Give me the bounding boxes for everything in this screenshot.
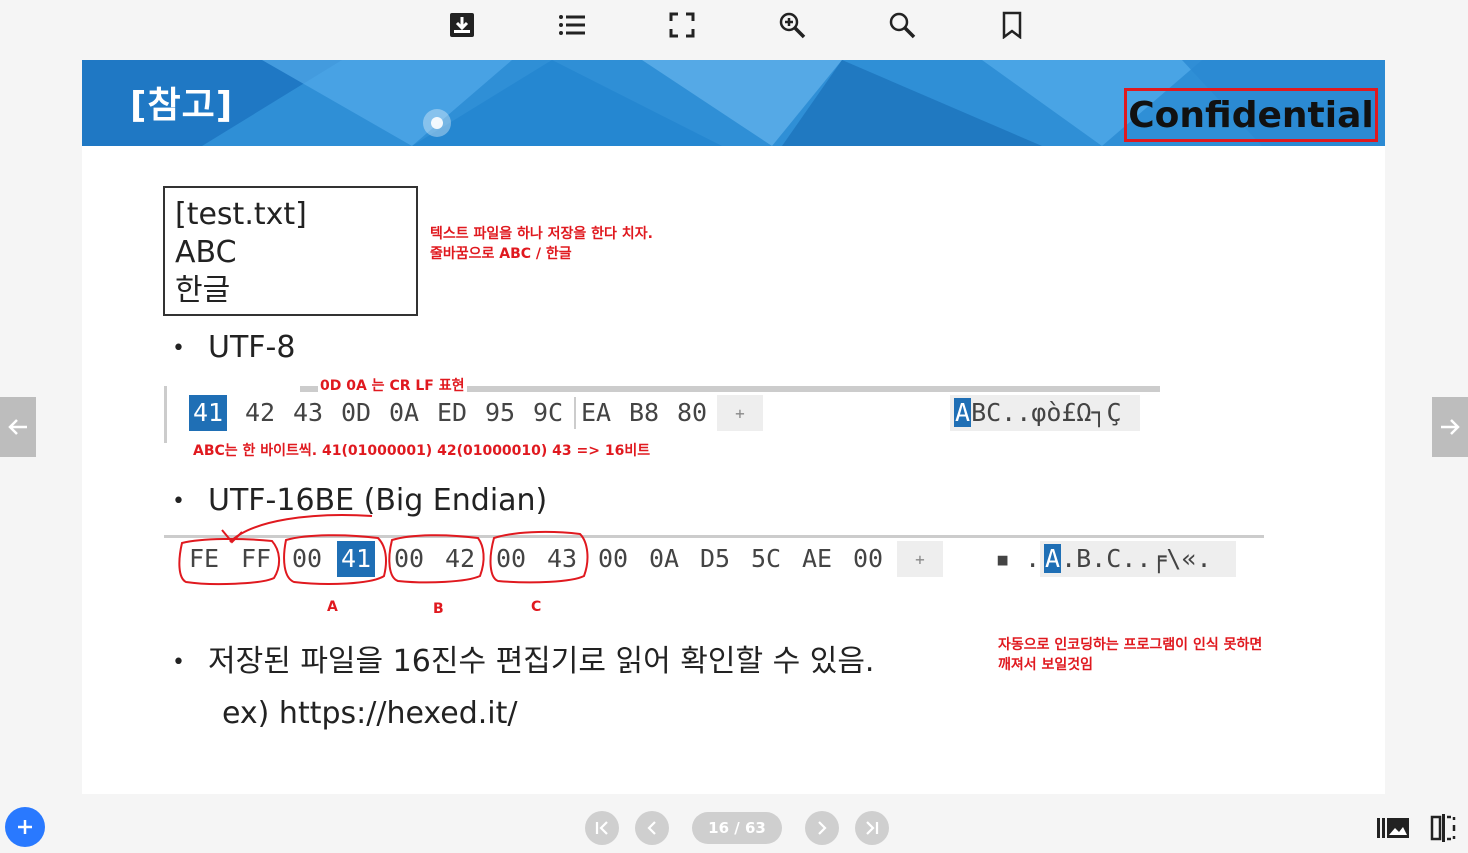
first-page-icon — [595, 821, 608, 835]
bullet-text: 저장된 파일을 16진수 편집기로 읽어 확인할 수 있음. — [208, 644, 875, 679]
split-view-icon — [1430, 814, 1456, 842]
next-page-button[interactable] — [805, 811, 839, 845]
last-page-icon — [866, 821, 879, 835]
label-b: B — [433, 601, 444, 617]
note-decode: 자동으로 인코딩하는 프로그램이 인식 못하면 깨져서 보일것임 — [998, 635, 1262, 675]
prev-page-icon — [647, 821, 656, 835]
label-c: C — [531, 599, 542, 615]
plus-icon — [18, 820, 32, 834]
add-button[interactable] — [5, 807, 45, 847]
download-icon[interactable] — [444, 7, 480, 43]
first-page-button[interactable] — [585, 811, 619, 845]
zoom-in-icon[interactable] — [774, 7, 810, 43]
gallery-icon — [1377, 818, 1409, 838]
note-line: 자동으로 인코딩하는 프로그램이 인식 못하면 — [998, 637, 1263, 653]
thumbnails-button[interactable] — [1375, 813, 1411, 843]
note-line: 깨져서 보일것임 — [998, 657, 1094, 673]
fullscreen-icon[interactable] — [664, 7, 700, 43]
viewer-toolbar — [0, 0, 1468, 50]
last-page-button[interactable] — [855, 811, 889, 845]
slide-page: [참고] Confidential [test.txt] ABC 한글 텍스트 … — [82, 60, 1385, 794]
bullet-dot: • — [172, 650, 185, 675]
prev-page-button[interactable] — [635, 811, 669, 845]
search-icon[interactable] — [884, 7, 920, 43]
arrow-left-icon — [8, 419, 27, 435]
arrow-right-icon — [1441, 419, 1460, 435]
list-icon[interactable] — [554, 7, 590, 43]
next-slide-button[interactable] — [1432, 397, 1468, 457]
label-a: A — [327, 599, 338, 615]
hexed-url-line: ex) https://hexed.it/ — [222, 696, 518, 731]
split-view-button[interactable] — [1425, 813, 1461, 843]
prev-slide-button[interactable] — [0, 397, 36, 457]
next-page-icon — [818, 821, 827, 835]
bookmark-icon[interactable] — [994, 7, 1030, 43]
bullet-hex-editor: • 저장된 파일을 16진수 편집기로 읽어 확인할 수 있음. — [172, 636, 874, 680]
annotation-marks — [178, 514, 589, 586]
page-indicator[interactable]: 16 / 63 — [692, 812, 782, 844]
